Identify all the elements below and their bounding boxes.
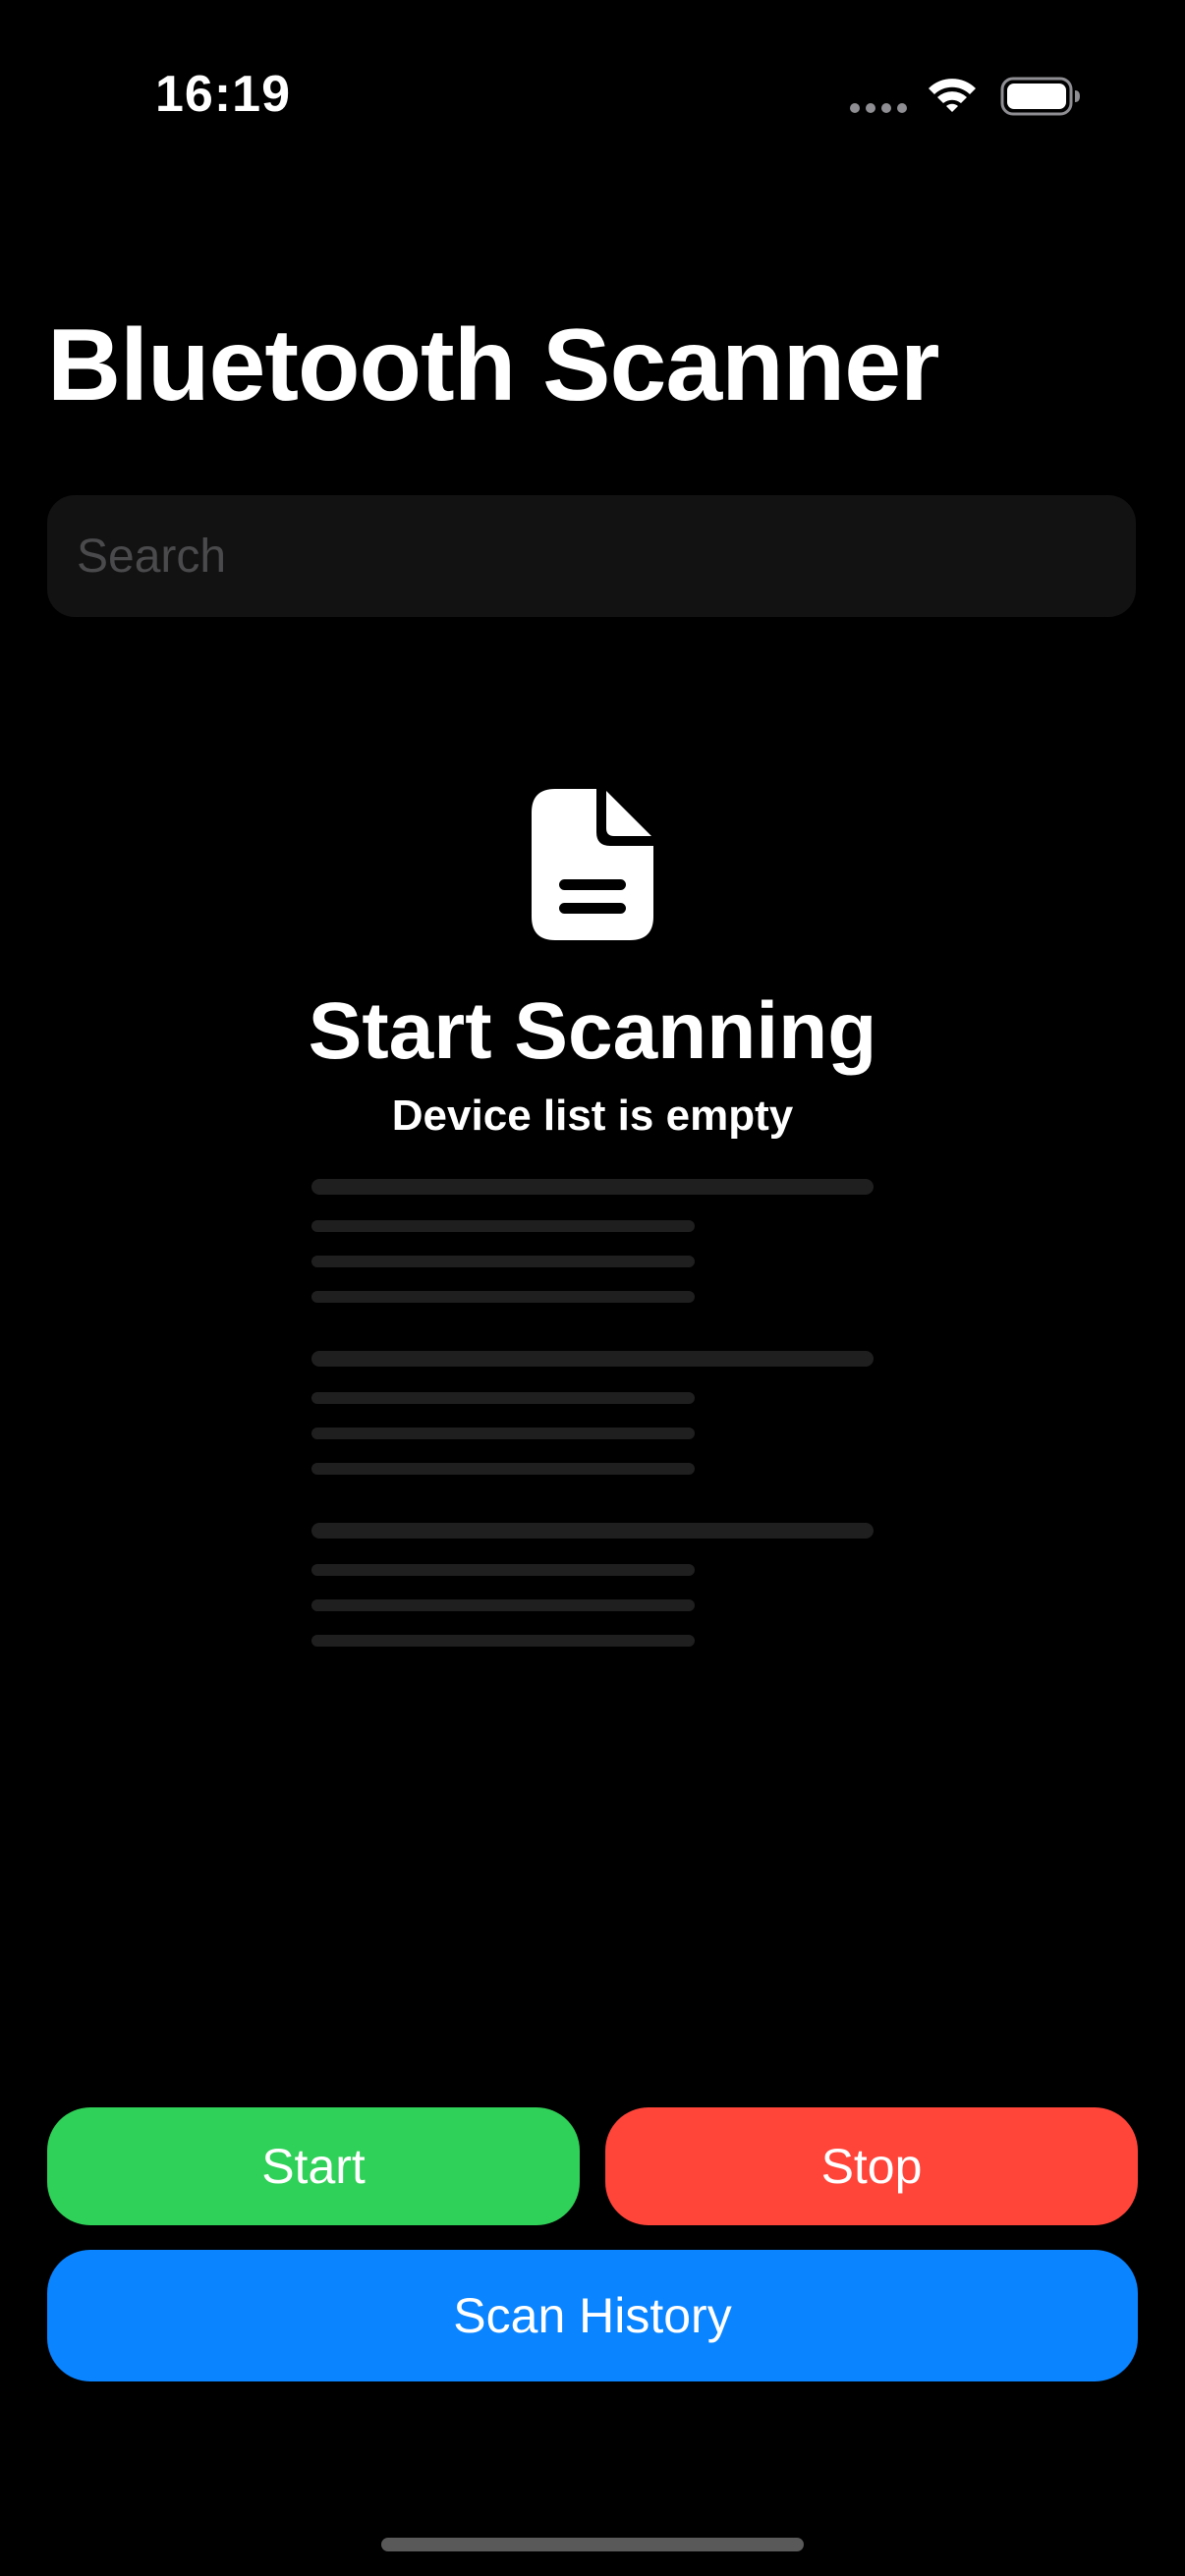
skeleton-line [311,1392,695,1404]
skeleton-line [311,1220,695,1232]
empty-state-subtitle: Device list is empty [391,1092,794,1140]
search-field[interactable] [47,495,1136,617]
home-indicator[interactable] [381,2538,804,2551]
skeleton-line [311,1635,695,1647]
search-input[interactable] [77,495,1099,617]
skeleton-line [311,1179,874,1195]
start-button[interactable]: Start [47,2107,580,2225]
scan-history-button[interactable]: Scan History [47,2250,1138,2381]
skeleton-line [311,1428,695,1439]
skeleton-line [311,1523,874,1539]
document-icon [532,789,653,940]
status-time: 16:19 [155,66,291,123]
stop-button[interactable]: Stop [605,2107,1138,2225]
skeleton-line [311,1291,695,1303]
skeleton-line [311,1256,695,1267]
skeleton-line [311,1564,695,1576]
skeleton-placeholder-list [311,1179,874,1651]
status-bar: 16:19 [0,0,1185,187]
wifi-icon [929,79,976,112]
battery-icon [1000,77,1080,116]
page-title: Bluetooth Scanner [47,308,940,422]
skeleton-line [311,1599,695,1611]
skeleton-line [311,1351,874,1367]
empty-state-title: Start Scanning [308,986,877,1076]
cellular-signal-icon [850,103,907,113]
skeleton-line [311,1463,695,1475]
